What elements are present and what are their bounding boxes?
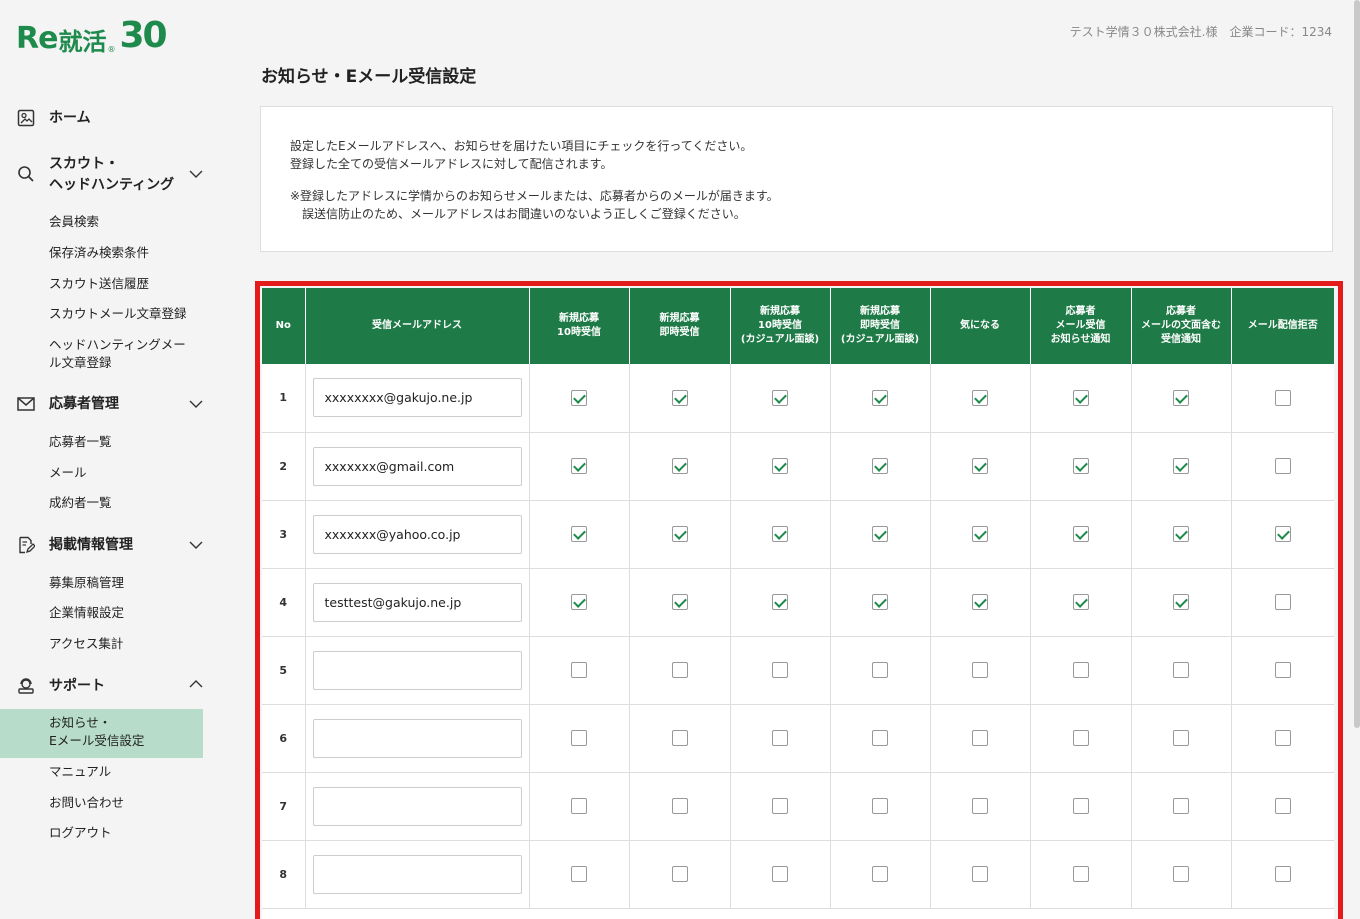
- sidebar-item-notice-settings-1[interactable]: お知らせ・: [49, 714, 111, 732]
- chevron-down-icon[interactable]: [188, 166, 204, 182]
- chevron-up-icon[interactable]: [188, 676, 204, 692]
- sidebar-item-scout-template[interactable]: スカウトメール文章登録: [49, 305, 187, 323]
- scrollbar[interactable]: [1354, 0, 1360, 919]
- sidebar-item-mail[interactable]: メール: [49, 464, 87, 482]
- scrollbar-thumb[interactable]: [1354, 0, 1360, 728]
- sidebar-item-manual[interactable]: マニュアル: [49, 763, 111, 781]
- chevron-down-icon[interactable]: [188, 537, 204, 553]
- sidebar-item-logout[interactable]: ログアウト: [49, 824, 112, 842]
- nav-applicants[interactable]: 応募者管理: [0, 394, 220, 415]
- highlight-frame: [255, 281, 1343, 919]
- sidebar-item-scout-history[interactable]: スカウト送信履歴: [49, 275, 149, 293]
- home-icon: [16, 108, 36, 128]
- page-title: お知らせ・Eメール受信設定: [261, 67, 477, 87]
- info-box: 設定したEメールアドレスへ、お知らせを届けたい項目にチェックを行ってください。 …: [260, 106, 1333, 252]
- mail-icon: [16, 394, 36, 414]
- logo[interactable]: Re 就活 ® 30: [16, 14, 168, 56]
- support-icon: [16, 676, 36, 696]
- company-info: テスト学情３０株式会社.様 企業コード：1234: [1069, 25, 1332, 39]
- edit-document-icon: [16, 535, 36, 555]
- sidebar-item-contact[interactable]: お問い合わせ: [49, 794, 124, 812]
- sidebar-item-notice-settings-2[interactable]: Eメール受信設定: [49, 732, 144, 750]
- info-line-1: 設定したEメールアドレスへ、お知らせを届けたい項目にチェックを行ってください。: [290, 139, 753, 153]
- nav-support-label: サポート: [49, 678, 105, 694]
- sidebar-item-applicant-list[interactable]: 応募者一覧: [49, 433, 112, 451]
- sidebar-item-saved-search[interactable]: 保存済み検索条件: [49, 244, 149, 262]
- nav-home-label: ホーム: [49, 110, 91, 126]
- sidebar-item-member-search[interactable]: 会員検索: [49, 213, 99, 231]
- sidebar-item-company-settings[interactable]: 企業情報設定: [49, 604, 124, 622]
- sidebar-item-headhunt-template-1[interactable]: ヘッドハンティングメー: [49, 336, 186, 354]
- info-line-3: ※登録したアドレスに学情からのお知らせメールまたは、応募者からのメールが届きます…: [290, 189, 779, 203]
- nav-scout-label-1: スカウト・: [49, 156, 119, 172]
- info-line-4: 誤送信防止のため、メールアドレスはお間違いのないよう正しくご登録ください。: [290, 207, 746, 221]
- sidebar: Re 就活 ® 30 ホーム スカウト・ ヘッドハンティング 会員検索 保存済み…: [0, 0, 220, 919]
- nav-home[interactable]: ホーム: [0, 108, 220, 129]
- sidebar-item-contracted[interactable]: 成約者一覧: [49, 494, 112, 512]
- search-icon: [16, 164, 36, 184]
- chevron-down-icon[interactable]: [188, 396, 204, 412]
- logo-re: Re: [16, 21, 58, 56]
- sidebar-item-headhunt-template-2[interactable]: ル文章登録: [49, 354, 112, 372]
- logo-registered: ®: [107, 45, 116, 54]
- sidebar-item-access-stats[interactable]: アクセス集計: [49, 635, 123, 653]
- info-line-2: 登録した全ての受信メールアドレスに対して配信されます。: [290, 157, 613, 171]
- nav-scout-label-2: ヘッドハンティング: [49, 177, 175, 193]
- logo-30: 30: [119, 15, 167, 56]
- nav-support[interactable]: サポート: [0, 676, 220, 697]
- logo-shukatsu: 就活: [58, 28, 107, 56]
- sidebar-item-posting-manage[interactable]: 募集原稿管理: [49, 574, 124, 592]
- nav-scout[interactable]: スカウト・ ヘッドハンティング: [0, 154, 220, 196]
- nav-posting-label: 掲載情報管理: [49, 537, 133, 553]
- nav-applicants-label: 応募者管理: [49, 396, 119, 412]
- nav-posting[interactable]: 掲載情報管理: [0, 535, 220, 556]
